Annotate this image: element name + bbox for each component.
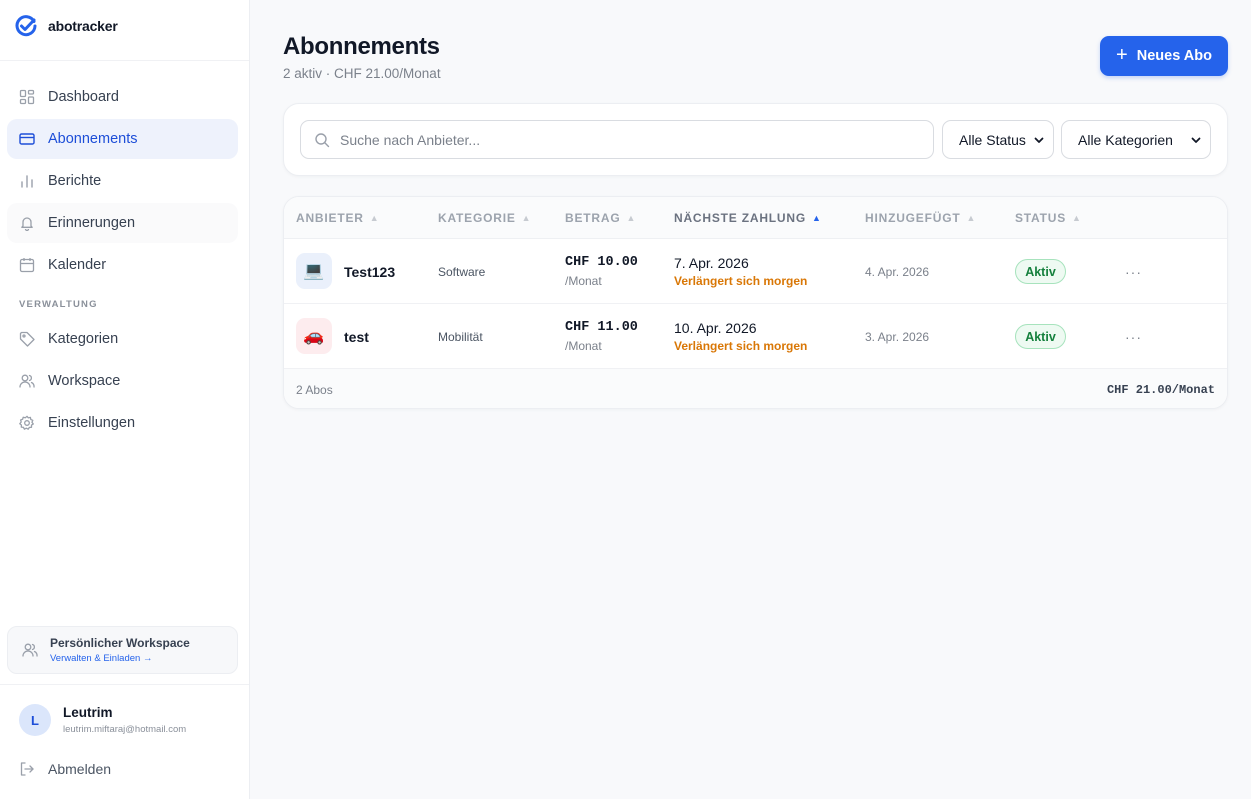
sort-arrow-icon: ▲ bbox=[812, 213, 822, 223]
users-icon bbox=[19, 373, 35, 389]
workspace-title: Persönlicher Workspace bbox=[50, 636, 190, 650]
category-cell: Software bbox=[438, 264, 486, 279]
user-profile[interactable]: L Leutrim leutrim.miftaraj@hotmail.com bbox=[19, 704, 186, 736]
filter-bar: Alle Status Alle Kategorien bbox=[283, 103, 1228, 176]
column-header-betrag[interactable]: BETRAG ▲ bbox=[565, 197, 636, 239]
sort-arrow-icon: ▲ bbox=[966, 213, 977, 223]
sidebar-item-label: Erinnerungen bbox=[48, 215, 136, 231]
laptop-icon: 💻 bbox=[296, 253, 332, 289]
renewal-note: Verlängert sich morgen bbox=[674, 274, 808, 288]
sidebar-item-abonnements[interactable]: Abonnements bbox=[7, 119, 238, 159]
sidebar-item-label: Abonnements bbox=[48, 131, 138, 147]
status-filter-value: Alle Status bbox=[959, 131, 1026, 148]
page-title: Abonnements bbox=[283, 33, 440, 60]
renewal-note: Verlängert sich morgen bbox=[674, 339, 808, 353]
subscriptions-table: ANBIETER ▲ KATEGORIE ▲ BETRAG ▲ NÄCHSTE ZAH… bbox=[283, 196, 1228, 409]
sidebar-nav: Dashboard Abonnements Berichte Erinnerun… bbox=[7, 77, 238, 445]
more-actions-icon[interactable]: ··· bbox=[1125, 304, 1142, 369]
provider-name: test bbox=[344, 328, 369, 345]
sidebar-item-label: Kategorien bbox=[48, 331, 119, 347]
workspace-manage-link[interactable]: Verwalten & Einladen → bbox=[50, 653, 190, 664]
sort-arrow-icon: ▲ bbox=[626, 213, 637, 223]
sidebar-item-kalender[interactable]: Kalender bbox=[7, 245, 238, 285]
section-label-verwaltung: VERWALTUNG bbox=[19, 298, 98, 310]
sidebar-item-label: Workspace bbox=[48, 373, 121, 389]
column-header-status[interactable]: STATUS ▲ bbox=[1015, 197, 1082, 239]
bar-chart-icon bbox=[19, 173, 35, 189]
subscription-count: 2 Abos bbox=[296, 382, 333, 397]
app-name: abotracker bbox=[48, 18, 118, 34]
provider-name: Test123 bbox=[344, 263, 396, 280]
amount-cell: CHF 11.00 bbox=[565, 320, 638, 335]
logout-label: Abmelden bbox=[48, 761, 112, 777]
logout-button[interactable]: Abmelden bbox=[19, 761, 111, 777]
sort-arrow-icon: ▲ bbox=[521, 213, 532, 223]
dashboard-icon bbox=[19, 89, 35, 105]
avatar: L bbox=[19, 704, 51, 736]
status-filter-select[interactable]: Alle Status bbox=[942, 120, 1054, 159]
sidebar-item-einstellungen[interactable]: Einstellungen bbox=[7, 403, 238, 443]
new-subscription-label: Neues Abo bbox=[1136, 48, 1212, 64]
status-badge: Aktiv bbox=[1015, 324, 1066, 349]
sidebar-item-label: Einstellungen bbox=[48, 415, 136, 431]
user-email: leutrim.miftaraj@hotmail.com bbox=[63, 724, 187, 735]
sort-arrow-icon: ▲ bbox=[1072, 213, 1082, 223]
category-filter-select[interactable]: Alle Kategorien bbox=[1061, 120, 1211, 159]
sidebar-item-kategorien[interactable]: Kategorien bbox=[7, 319, 238, 359]
new-subscription-button[interactable]: + Neues Abo bbox=[1100, 36, 1228, 76]
amount-cell: CHF 10.00 bbox=[565, 255, 638, 270]
next-payment-date: 10. Apr. 2026 bbox=[674, 320, 757, 336]
gear-icon bbox=[19, 415, 35, 431]
bell-icon bbox=[19, 215, 35, 231]
search-icon bbox=[314, 132, 330, 148]
table-row[interactable]: 🚗 test Mobilität CHF 11.00 /Monat 10. Ap… bbox=[284, 304, 1227, 369]
next-payment-date: 7. Apr. 2026 bbox=[674, 255, 749, 271]
more-actions-icon[interactable]: ··· bbox=[1125, 239, 1142, 304]
sidebar-item-label: Dashboard bbox=[48, 89, 119, 105]
table-row[interactable]: 💻 Test123 Software CHF 10.00 /Monat 7. A… bbox=[284, 239, 1227, 304]
workspace-card[interactable]: Persönlicher Workspace Verwalten & Einla… bbox=[7, 626, 238, 674]
sidebar-item-erinnerungen[interactable]: Erinnerungen bbox=[7, 203, 238, 243]
category-filter-value: Alle Kategorien bbox=[1078, 131, 1173, 148]
users-icon bbox=[22, 642, 38, 658]
column-header-hinzugefuegt[interactable]: HINZUGEFÜGT ▲ bbox=[865, 197, 976, 239]
added-date: 4. Apr. 2026 bbox=[865, 264, 930, 279]
table-header: ANBIETER ▲ KATEGORIE ▲ BETRAG ▲ NÄCHSTE ZAH… bbox=[284, 197, 1227, 239]
logo-check-icon bbox=[15, 15, 37, 37]
sidebar-item-label: Kalender bbox=[48, 257, 107, 273]
monthly-total: CHF 21.00/Monat bbox=[1106, 382, 1215, 397]
sidebar-item-workspace[interactable]: Workspace bbox=[7, 361, 238, 401]
plus-icon: + bbox=[1116, 44, 1128, 66]
car-icon: 🚗 bbox=[296, 318, 332, 354]
logout-icon bbox=[19, 761, 35, 777]
sort-arrow-icon: ▲ bbox=[369, 213, 380, 223]
column-header-naechste-zahlung[interactable]: NÄCHSTE ZAHLUNG ▲ bbox=[674, 197, 822, 239]
column-header-anbieter[interactable]: ANBIETER ▲ bbox=[296, 197, 379, 239]
chevron-down-icon bbox=[1034, 137, 1044, 143]
brand[interactable]: abotracker bbox=[14, 14, 118, 38]
divider bbox=[0, 684, 249, 685]
status-badge: Aktiv bbox=[1015, 259, 1066, 284]
credit-card-icon bbox=[19, 131, 35, 147]
sidebar-item-label: Berichte bbox=[48, 173, 102, 189]
user-name: Leutrim bbox=[63, 705, 113, 720]
table-footer: 2 Abos CHF 21.00/Monat bbox=[284, 369, 1227, 408]
period-cell: /Monat bbox=[565, 274, 602, 288]
chevron-down-icon bbox=[1191, 137, 1201, 143]
tag-icon bbox=[19, 331, 35, 347]
sidebar: abotracker Dashboard Abonnements Bericht… bbox=[0, 0, 250, 799]
added-date: 3. Apr. 2026 bbox=[865, 329, 930, 344]
search-input[interactable] bbox=[340, 131, 900, 148]
search-box[interactable] bbox=[300, 120, 934, 159]
period-cell: /Monat bbox=[565, 339, 602, 353]
category-cell: Mobilität bbox=[438, 329, 483, 344]
sidebar-item-berichte[interactable]: Berichte bbox=[7, 161, 238, 201]
divider bbox=[0, 60, 249, 61]
calendar-icon bbox=[19, 257, 35, 273]
sidebar-item-dashboard[interactable]: Dashboard bbox=[7, 77, 238, 117]
page-subtitle: 2 aktiv · CHF 21.00/Monat bbox=[283, 66, 441, 81]
column-header-kategorie[interactable]: KATEGORIE ▲ bbox=[438, 197, 531, 239]
